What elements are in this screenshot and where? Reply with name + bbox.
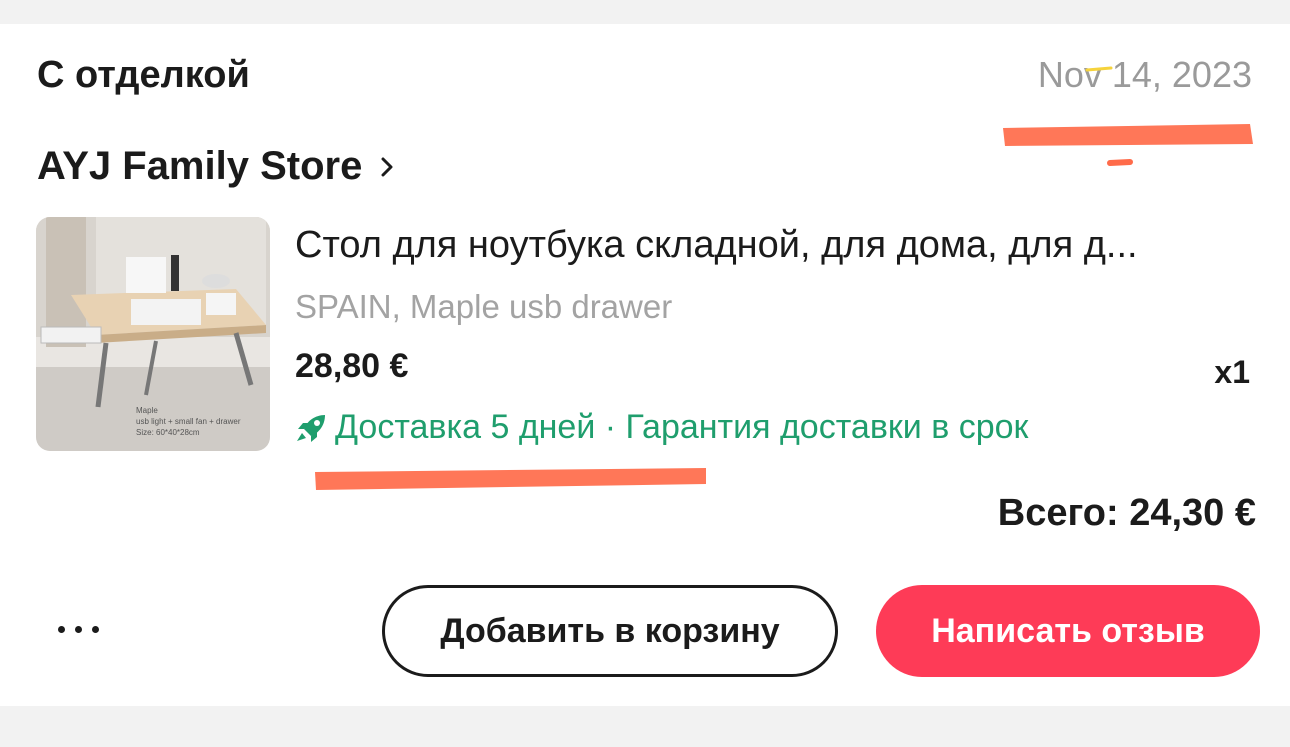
product-quantity: x1 (1214, 354, 1250, 390)
product-image[interactable]: Maple usb light + small fan + drawer Siz… (36, 217, 270, 451)
redaction-scribble (1003, 124, 1253, 166)
image-caption-1: Maple (136, 406, 158, 415)
chevron-right-icon (381, 157, 393, 176)
product-title[interactable]: Стол для ноутбука складной, для дома, дл… (295, 224, 1245, 267)
order-date: Nov 14, 2023 (1037, 54, 1252, 95)
order-total: Всего: 24,30 € (997, 492, 1256, 534)
delivery-text: Доставка 5 дней · Гарантия доставки в ср… (335, 408, 1029, 446)
redaction-scribble-delivery (315, 468, 706, 490)
add-to-cart-button[interactable]: Добавить в корзину (382, 585, 838, 677)
dot (92, 625, 99, 633)
more-dots-icon[interactable] (58, 614, 112, 644)
dot (58, 625, 65, 633)
store-name: AYJ Family Store (37, 144, 363, 188)
product-variant: SPAIN, Maple usb drawer (295, 288, 673, 325)
order-status: С отделкой (37, 54, 250, 96)
image-caption-3: Size: 60*40*28cm (136, 428, 200, 437)
delivery-info: Доставка 5 дней · Гарантия доставки в ср… (295, 408, 1028, 447)
redaction-scribble-small (1085, 66, 1113, 72)
store-link[interactable]: AYJ Family Store (37, 144, 398, 189)
product-price: 28,80 € (295, 347, 409, 385)
write-review-button[interactable]: Написать отзыв (876, 585, 1260, 677)
order-card: С отделкой Nov 14, 2023 AYJ Family Store (0, 24, 1290, 706)
rocket-icon (297, 414, 325, 442)
image-caption-2: usb light + small fan + drawer (136, 417, 241, 426)
dot (75, 625, 82, 633)
